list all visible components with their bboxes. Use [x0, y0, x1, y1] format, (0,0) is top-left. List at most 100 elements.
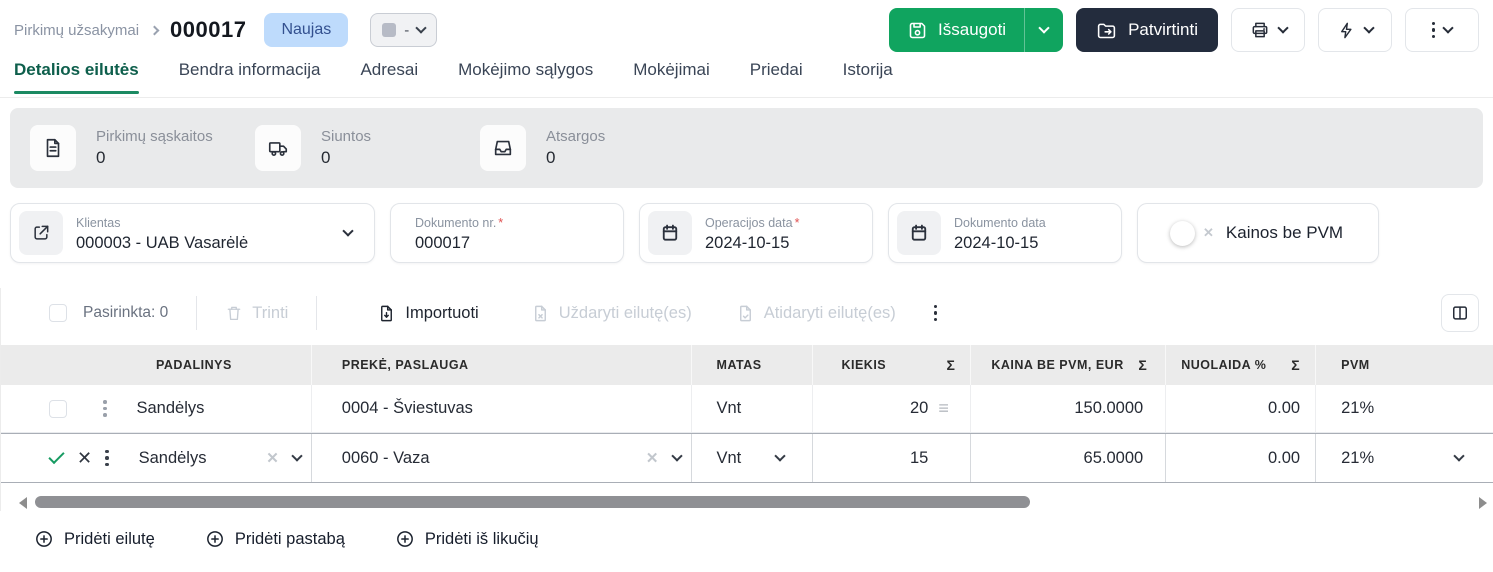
scroll-left-arrow-icon[interactable]	[19, 497, 27, 509]
column-header-kiekis[interactable]: KIEKIS Σ	[812, 345, 970, 385]
automation-menu-button[interactable]	[1318, 8, 1392, 52]
folder-export-icon	[1097, 23, 1116, 38]
selected-count-label: Pasirinkta: 0	[83, 304, 169, 321]
document-date-value[interactable]: 2024-10-15	[954, 234, 1038, 252]
clear-value-icon[interactable]: ✕	[266, 449, 279, 467]
prices-without-vat-toggle[interactable]: ✕ Kainos be PVM	[1137, 203, 1379, 263]
tag-dropdown-value: -	[404, 21, 410, 39]
tab-mokejimai[interactable]: Mokėjimai	[633, 60, 710, 92]
add-row-button[interactable]: Pridėti eilutę	[34, 529, 155, 549]
row-menu-icon[interactable]	[103, 400, 107, 417]
open-lines-label: Atidaryti eilutę(es)	[763, 303, 896, 322]
cell-matas[interactable]: Vnt	[717, 449, 742, 468]
scroll-right-arrow-icon[interactable]	[1479, 497, 1487, 509]
stat-shipments[interactable]: Siuntos 0	[255, 125, 480, 171]
cell-padalinys[interactable]: Sandėlys	[137, 399, 205, 418]
tab-priedai[interactable]: Priedai	[750, 60, 803, 92]
file-check-icon	[739, 305, 751, 321]
toolbar-more-icon[interactable]	[933, 304, 938, 322]
table-row-editing[interactable]: ✕ Sandėlys ✕ 0060 - Vaza ✕ Vnt 15 ≡ 65.0…	[1, 433, 1493, 483]
chevron-down-icon[interactable]	[774, 450, 787, 462]
cancel-row-icon[interactable]: ✕	[77, 448, 92, 469]
required-asterisk: *	[498, 215, 504, 230]
tab-bendra-informacija[interactable]: Bendra informacija	[179, 60, 321, 92]
add-from-stock-button[interactable]: Pridėti iš likučių	[395, 529, 539, 549]
cell-matas[interactable]: Vnt	[690, 385, 813, 432]
tag-dropdown[interactable]: -	[370, 13, 438, 47]
delete-button[interactable]: Trinti	[225, 304, 288, 323]
calendar-icon[interactable]	[648, 211, 692, 255]
column-header-pvm[interactable]: PVM	[1315, 345, 1493, 385]
cell-padalinys[interactable]: Sandėlys	[139, 449, 207, 468]
field-label: Operacijos data	[705, 215, 793, 230]
kebab-icon	[1431, 21, 1436, 39]
calendar-icon[interactable]	[897, 211, 941, 255]
column-header-padalinys[interactable]: PADALINYS	[1, 345, 311, 385]
column-header-nuolaida[interactable]: NUOLAIDA % Σ	[1165, 345, 1315, 385]
document-number-value[interactable]: 000017	[415, 234, 470, 252]
toggle-knob[interactable]	[1170, 220, 1195, 246]
invoice-document-icon	[30, 125, 76, 171]
confirm-row-icon[interactable]	[48, 447, 65, 465]
cell-kaina[interactable]: 65.0000	[970, 434, 1165, 482]
drag-handle-icon[interactable]: ≡	[938, 398, 952, 419]
stat-value: 0	[321, 148, 331, 167]
column-header-kaina[interactable]: KAINA BE PVM, EUR Σ	[970, 345, 1165, 385]
sum-icon[interactable]: Σ	[1138, 357, 1147, 373]
save-icon	[909, 22, 926, 38]
stat-label: Pirkimų sąskaitos	[96, 128, 213, 145]
print-menu-button[interactable]	[1231, 8, 1305, 52]
open-lines-button[interactable]: Atidaryti eilutę(es)	[736, 304, 896, 323]
sum-icon[interactable]: Σ	[946, 357, 955, 373]
cell-kiekis[interactable]: 20	[910, 399, 928, 418]
sum-icon[interactable]: Σ	[1291, 357, 1300, 373]
tab-istorija[interactable]: Istorija	[843, 60, 893, 92]
operation-date-field[interactable]: Operacijos data * 2024-10-15	[639, 203, 873, 263]
cell-preke[interactable]: 0004 - Šviestuvas	[310, 385, 691, 432]
stat-label: Atsargos	[546, 128, 606, 145]
save-split-button[interactable]: Išsaugoti	[889, 8, 1064, 52]
cell-kaina[interactable]: 150.0000	[970, 385, 1165, 432]
tab-mokejimo-salygos[interactable]: Mokėjimo sąlygos	[458, 60, 593, 92]
client-field[interactable]: Klientas 000003 - UAB Vasarėlė	[10, 203, 375, 263]
operation-date-value[interactable]: 2024-10-15	[705, 234, 789, 252]
breadcrumb[interactable]: Pirkimų užsakymai	[14, 22, 139, 39]
row-checkbox[interactable]	[49, 399, 67, 418]
cell-nuolaida[interactable]: 0.00	[1165, 434, 1315, 482]
add-note-button[interactable]: Pridėti pastabą	[205, 529, 345, 549]
cell-nuolaida[interactable]: 0.00	[1165, 385, 1315, 432]
import-button[interactable]: Importuoti	[377, 304, 479, 323]
cell-pvm[interactable]: 21%	[1315, 385, 1493, 432]
cell-preke[interactable]: 0060 - Vaza	[342, 449, 430, 468]
save-options-button[interactable]	[1025, 8, 1063, 52]
stat-purchase-invoices[interactable]: Pirkimų sąskaitos 0	[30, 125, 255, 171]
document-number-field[interactable]: Dokumento nr. * 000017	[390, 203, 624, 263]
document-date-field[interactable]: Dokumento data 2024-10-15	[888, 203, 1122, 263]
table-row[interactable]: Sandėlys 0004 - Šviestuvas Vnt 20 ≡ 150.…	[1, 385, 1493, 433]
stat-stock[interactable]: Atsargos 0	[480, 125, 705, 171]
horizontal-scrollbar[interactable]	[1, 495, 1493, 511]
column-header-preke[interactable]: PREKĖ, PASLAUGA	[310, 345, 691, 385]
tab-bar: Detalios eilutės Bendra informacija Adre…	[0, 60, 1493, 98]
select-all-checkbox[interactable]	[49, 304, 67, 322]
chevron-down-icon[interactable]	[291, 450, 303, 462]
external-link-icon[interactable]	[19, 211, 63, 255]
client-value[interactable]: 000003 - UAB Vasarėlė	[76, 234, 248, 252]
cell-pvm[interactable]: 21%	[1341, 449, 1374, 468]
chevron-down-icon[interactable]	[342, 225, 354, 237]
save-button[interactable]: Išsaugoti	[889, 8, 1024, 52]
row-menu-icon[interactable]	[105, 449, 109, 467]
cell-kiekis[interactable]: 15	[910, 449, 928, 468]
chevron-down-icon[interactable]	[670, 450, 683, 462]
column-header-matas[interactable]: MATAS	[690, 345, 813, 385]
tab-adresai[interactable]: Adresai	[360, 60, 418, 92]
close-lines-button[interactable]: Uždaryti eilutę(es)	[531, 304, 692, 323]
clear-value-icon[interactable]: ✕	[646, 449, 659, 467]
chevron-down-icon[interactable]	[1453, 450, 1465, 462]
color-swatch-icon	[382, 23, 397, 37]
confirm-button[interactable]: Patvirtinti	[1076, 8, 1218, 52]
column-settings-button[interactable]	[1441, 294, 1479, 332]
tab-detalios-eilutes[interactable]: Detalios eilutės	[14, 60, 139, 94]
scrollbar-thumb[interactable]	[35, 496, 1030, 508]
more-menu-button[interactable]	[1405, 8, 1479, 52]
